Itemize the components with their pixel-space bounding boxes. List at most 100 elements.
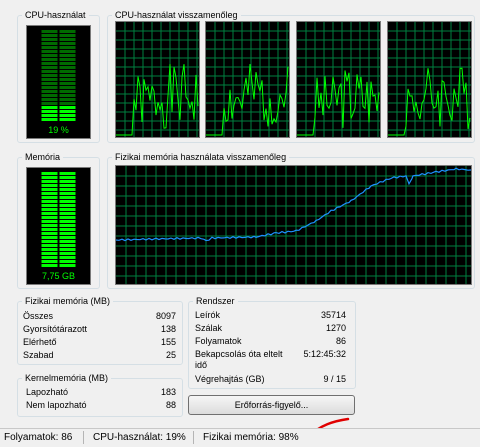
meter-segment-lit	[41, 216, 58, 219]
meter-segment-lit	[41, 256, 58, 259]
meter-segment	[41, 50, 58, 53]
meter-segment-lit	[59, 106, 76, 109]
row-label: Gyorsítótárazott	[23, 324, 88, 334]
meter-segment-lit	[41, 176, 58, 179]
row-value: 183	[160, 387, 176, 397]
memory-group: Memória 7,75 GB	[17, 151, 100, 289]
meter-segment-lit	[59, 244, 76, 247]
row-value: 155	[160, 337, 176, 347]
meter-segment-lit	[59, 200, 76, 203]
meter-segment-lit	[59, 184, 76, 187]
status-bar: Folyamatok: 86 CPU-használat: 19% Fizika…	[0, 428, 480, 446]
row-label: Elérhető	[23, 337, 57, 347]
meter-segment-lit	[59, 256, 76, 259]
meter-segment-lit	[41, 114, 58, 117]
meter-segment-lit	[41, 180, 58, 183]
system-row-uptime: Bekapcsolás óta eltelt idő 5:12:45:32	[195, 348, 346, 372]
meter-segment-lit	[59, 240, 76, 243]
meter-segment	[41, 34, 58, 37]
meter-segment	[41, 54, 58, 57]
meter-segment-lit	[41, 188, 58, 191]
meter-segment	[41, 74, 58, 77]
row-label-cont: idő	[195, 360, 208, 370]
physical-memory-row-free: Szabad 25	[23, 349, 176, 361]
resource-monitor-button[interactable]: Erőforrás-figyelő...	[188, 395, 355, 415]
status-cpu: CPU-használat: 19%	[93, 432, 186, 443]
row-value: 1270	[325, 323, 346, 333]
meter-segment-lit	[59, 228, 76, 231]
physical-memory-row-cached: Gyorsítótárazott 138	[23, 323, 176, 335]
row-label: Szabad	[23, 350, 54, 360]
cpu-usage-group: CPU-használat 19 %	[17, 9, 100, 143]
meter-segment	[59, 38, 76, 41]
meter-segment-lit	[59, 192, 76, 195]
meter-segment-lit	[59, 208, 76, 211]
row-label: Összes	[23, 311, 54, 321]
meter-segment-lit	[41, 184, 58, 187]
status-memory: Fizikai memória: 98%	[203, 432, 299, 443]
row-label: Szálak	[195, 323, 223, 333]
cpu-history-graph-3	[296, 21, 381, 138]
meter-segment	[41, 90, 58, 93]
meter-segment-lit	[41, 244, 58, 247]
meter-segment	[41, 42, 58, 45]
meter-segment-lit	[59, 224, 76, 227]
memory-meter-bars	[41, 172, 76, 267]
meter-segment	[59, 94, 76, 97]
meter-segment-lit	[41, 208, 58, 211]
row-label: Bekapcsolás óta eltelt	[195, 349, 283, 359]
cpu-history-graph-4	[387, 21, 472, 138]
meter-segment	[41, 86, 58, 89]
cpu-usage-value: 19 %	[48, 125, 69, 135]
system-group: Rendszer Leírók 35714 Szálak 1270 Folyamat…	[188, 295, 356, 389]
cpu-history-line	[206, 63, 289, 136]
meter-segment-lit	[59, 172, 76, 175]
meter-segment-lit	[41, 204, 58, 207]
meter-segment	[59, 82, 76, 85]
meter-segment-lit	[41, 196, 58, 199]
status-separator	[83, 431, 84, 444]
meter-segment	[59, 54, 76, 57]
cpu-usage-meter: 19 %	[26, 25, 91, 139]
meter-segment-lit	[41, 224, 58, 227]
kernel-memory-group: Kernelmemória (MB) Lapozható 183 Nem lapo…	[17, 372, 183, 417]
meter-segment	[59, 78, 76, 81]
meter-segment-lit	[41, 118, 58, 121]
memory-history-group: Fizikai memória használata visszamenőleg	[107, 151, 475, 289]
meter-segment	[59, 30, 76, 33]
meter-segment	[59, 50, 76, 53]
cpu-history-graph-1	[115, 21, 200, 138]
memory-history-title: Fizikai memória használata visszamenőleg	[112, 151, 290, 163]
physical-memory-row-available: Elérhető 155	[23, 336, 176, 348]
meter-segment	[41, 58, 58, 61]
meter-segment	[41, 78, 58, 81]
meter-segment	[41, 70, 58, 73]
memory-history-line	[116, 167, 471, 242]
meter-segment-lit	[41, 232, 58, 235]
cpu-usage-title: CPU-használat	[22, 9, 89, 21]
meter-segment	[59, 90, 76, 93]
meter-segment-lit	[41, 172, 58, 175]
memory-history-graph	[115, 165, 472, 285]
meter-segment	[41, 102, 58, 105]
meter-segment	[41, 94, 58, 97]
row-label: Nem lapozható	[26, 400, 87, 410]
meter-segment-lit	[41, 110, 58, 113]
meter-segment	[41, 82, 58, 85]
memory-meter: 7,75 GB	[26, 167, 91, 285]
meter-segment-lit	[59, 118, 76, 121]
meter-segment-lit	[59, 260, 76, 263]
physical-memory-row-total: Összes 8097	[23, 310, 176, 322]
kernel-memory-row-nonpaged: Nem lapozható 88	[26, 399, 176, 411]
row-value: 5:12:45:32	[303, 349, 346, 359]
meter-segment	[59, 62, 76, 65]
physical-memory-title: Fizikai memória (MB)	[22, 295, 114, 307]
physical-memory-group: Fizikai memória (MB) Összes 8097 Gyorsító…	[17, 295, 183, 365]
meter-segment-lit	[59, 114, 76, 117]
meter-segment	[59, 34, 76, 37]
meter-segment-lit	[41, 240, 58, 243]
row-label: Folyamatok	[195, 336, 242, 346]
cpu-history-group: CPU-használat visszamenőleg	[107, 9, 475, 143]
row-value: 88	[165, 400, 176, 410]
system-row-processes: Folyamatok 86	[195, 335, 346, 347]
